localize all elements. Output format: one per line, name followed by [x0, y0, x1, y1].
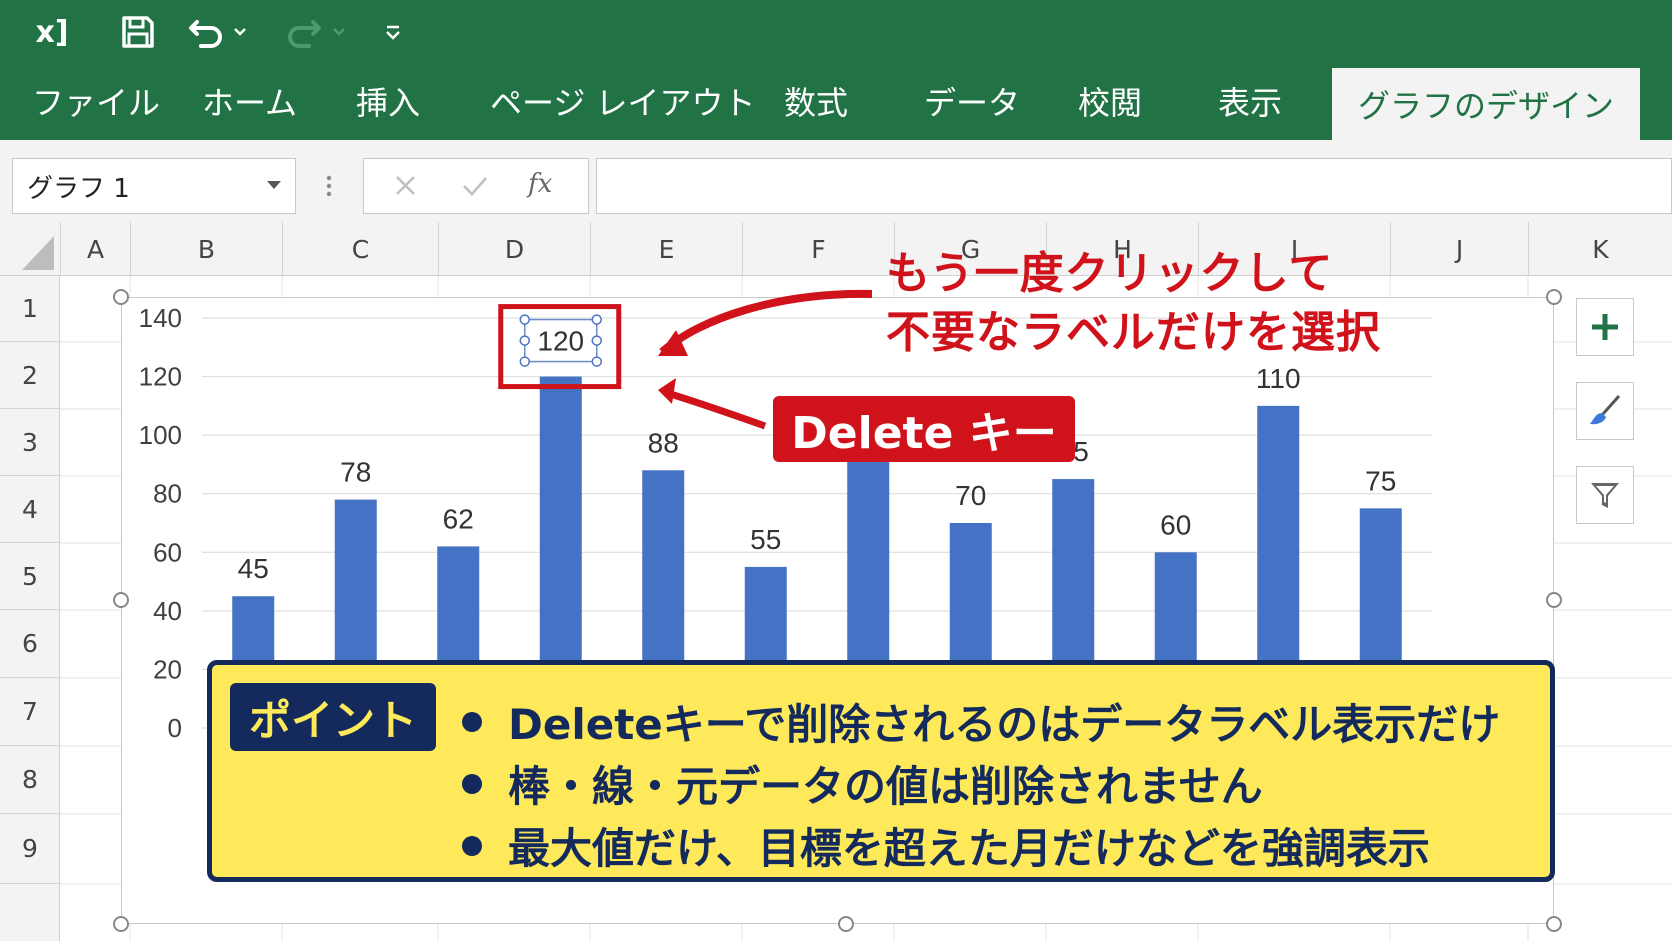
- point-item-text: 棒・線・元データの値は削除されません: [508, 762, 1263, 811]
- point-badge: ポイント: [230, 683, 436, 751]
- delete-key-label: Delete キー: [773, 396, 1075, 462]
- bullet-icon: [462, 773, 482, 794]
- point-item: 棒・線・元データの値は削除されません: [462, 753, 1263, 814]
- point-item: Deleteキーで削除されるのはデータラベル表示だけ: [462, 691, 1500, 752]
- callout-text-line2: 不要なラベルだけを選択: [886, 307, 1381, 358]
- point-item-text: 最大値だけ、目標を超えた月だけなどを強調表示: [508, 824, 1430, 873]
- callout-text-line1: もう一度クリックして: [886, 248, 1334, 299]
- callout-arrow: [659, 289, 873, 355]
- bullet-icon: [462, 835, 482, 856]
- point-box: ポイント Deleteキーで削除されるのはデータラベル表示だけ 棒・線・元データ…: [207, 660, 1555, 882]
- bullet-icon: [462, 711, 482, 732]
- delete-key-arrow: [662, 388, 767, 430]
- point-item: 最大値だけ、目標を超えた月だけなどを強調表示: [462, 815, 1430, 876]
- point-item-text: Deleteキーで削除されるのはデータラベル表示だけ: [508, 700, 1501, 749]
